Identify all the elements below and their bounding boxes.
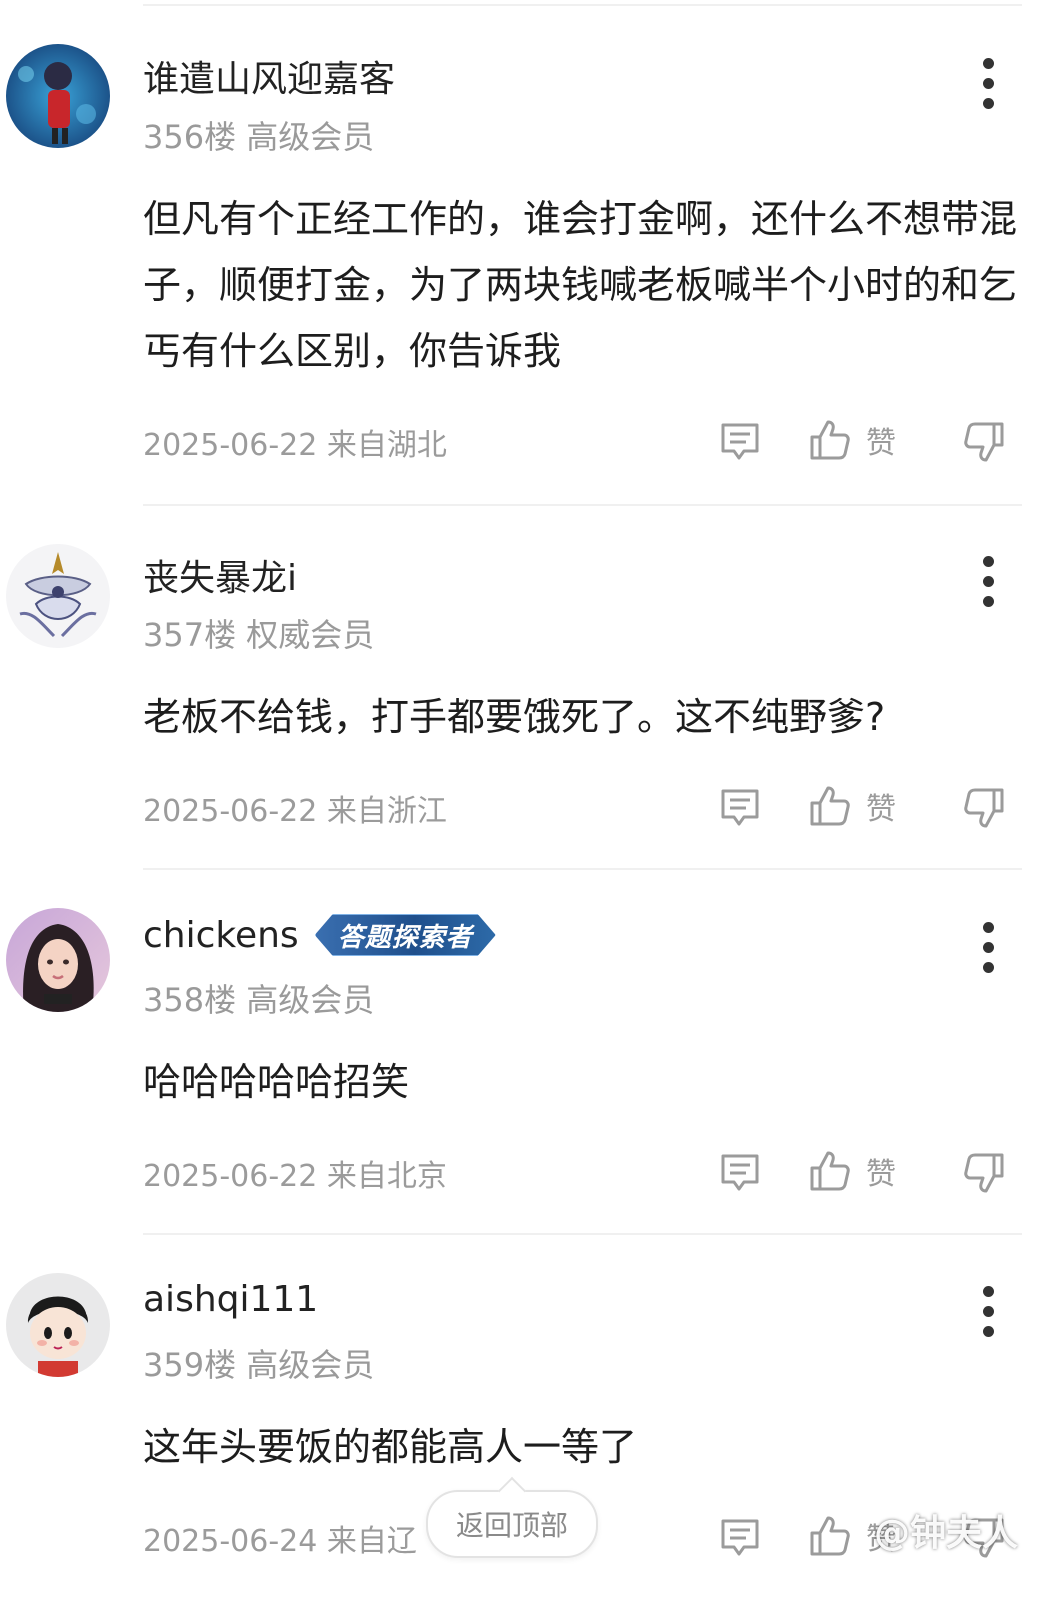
reply-button[interactable] — [718, 786, 762, 830]
more-options-button[interactable] — [982, 922, 994, 973]
more-options-button[interactable] — [982, 58, 994, 109]
thumbs-up-icon — [810, 420, 850, 460]
comment-icon — [721, 789, 759, 826]
top-divider — [143, 4, 1022, 6]
post-divider — [143, 868, 1022, 870]
more-options-button[interactable] — [982, 556, 994, 607]
username-row: 谁遣山风迎嘉客 — [143, 50, 395, 102]
post-location: 来自辽 — [326, 1524, 417, 1559]
username-row: chickens 答题探索者 — [143, 914, 496, 956]
member-level: 高级会员 — [246, 1346, 375, 1384]
like-label: 赞 — [866, 792, 896, 827]
thumbs-down-icon — [964, 422, 1004, 462]
post-meta: 2025-06-24 来自辽 — [143, 1516, 417, 1560]
like-button[interactable]: 赞 — [808, 784, 896, 828]
like-label: 赞 — [866, 426, 896, 461]
dislike-button[interactable] — [962, 1151, 1006, 1195]
comment-text: 这年头要饭的都能高人一等了 — [143, 1425, 638, 1469]
floor-meta: 358楼 高级会员 — [143, 975, 374, 1021]
more-vertical-icon — [982, 58, 994, 69]
dislike-button[interactable] — [962, 420, 1006, 464]
achievement-badge[interactable]: 答题探索者 — [314, 914, 496, 956]
post-location: 来自湖北 — [326, 428, 447, 463]
like-button[interactable]: 赞 — [808, 418, 896, 462]
reply-button[interactable] — [718, 1516, 762, 1560]
comment-text: 老板不给钱，打手都要饿死了。这不纯野爹? — [143, 695, 886, 739]
back-to-top-button[interactable]: 返回顶部 — [426, 1490, 598, 1558]
member-level: 权威会员 — [246, 616, 375, 654]
like-label: 赞 — [866, 1157, 896, 1192]
avatar[interactable] — [6, 1273, 110, 1377]
thumbs-down-icon — [964, 1153, 1004, 1193]
username[interactable]: 谁遣山风迎嘉客 — [143, 50, 395, 102]
comment-text: 但凡有个正经工作的，谁会打金啊，还什么不想带混子，顺便打金，为了两块钱喊老板喊半… — [143, 197, 1018, 373]
floor-meta: 356楼 高级会员 — [143, 112, 374, 158]
more-vertical-icon — [982, 556, 994, 567]
comment-icon — [721, 1519, 759, 1556]
thumbs-down-icon — [964, 788, 1004, 828]
comment-icon — [721, 1154, 759, 1191]
username[interactable]: aishqi111 — [143, 1279, 318, 1320]
member-level: 高级会员 — [246, 981, 375, 1019]
watermark: @钟夫人 — [873, 1513, 1018, 1554]
floor-meta: 359楼 高级会员 — [143, 1340, 374, 1386]
username-row: aishqi111 — [143, 1279, 318, 1320]
comment-text: 哈哈哈哈哈招笑 — [143, 1060, 410, 1104]
post-location: 来自浙江 — [326, 794, 447, 829]
floor-number: 358楼 — [143, 981, 237, 1019]
more-vertical-icon — [982, 922, 994, 933]
post-meta: 2025-06-22 来自浙江 — [143, 786, 447, 830]
post-meta: 2025-06-22 来自北京 — [143, 1151, 447, 1195]
post-date: 2025-06-22 — [143, 428, 318, 463]
avatar[interactable] — [6, 908, 110, 1012]
member-level: 高级会员 — [246, 118, 375, 156]
post-location: 来自北京 — [326, 1159, 447, 1194]
post-date: 2025-06-22 — [143, 1159, 318, 1194]
reply-button[interactable] — [718, 420, 762, 464]
username[interactable]: 丧失暴龙i — [143, 549, 297, 601]
comment-icon — [721, 423, 759, 460]
floor-meta: 357楼 权威会员 — [143, 610, 374, 656]
floor-number: 356楼 — [143, 118, 237, 156]
post-date: 2025-06-22 — [143, 794, 318, 829]
like-button[interactable]: 赞 — [808, 1149, 896, 1193]
dislike-button[interactable] — [962, 786, 1006, 830]
floor-number: 359楼 — [143, 1346, 237, 1384]
post-date: 2025-06-24 — [143, 1524, 318, 1559]
floor-number: 357楼 — [143, 616, 237, 654]
post-meta: 2025-06-22 来自湖北 — [143, 420, 447, 464]
username[interactable]: chickens — [143, 915, 299, 956]
avatar[interactable] — [6, 544, 110, 648]
more-options-button[interactable] — [982, 1286, 994, 1337]
thumbs-up-icon — [810, 786, 850, 826]
username-row: 丧失暴龙i — [143, 549, 297, 601]
more-vertical-icon — [982, 1286, 994, 1297]
thumbs-up-icon — [810, 1516, 850, 1556]
reply-button[interactable] — [718, 1151, 762, 1195]
post-divider — [143, 504, 1022, 506]
avatar[interactable] — [6, 44, 110, 148]
post-divider — [143, 1233, 1022, 1235]
thumbs-up-icon — [810, 1151, 850, 1191]
